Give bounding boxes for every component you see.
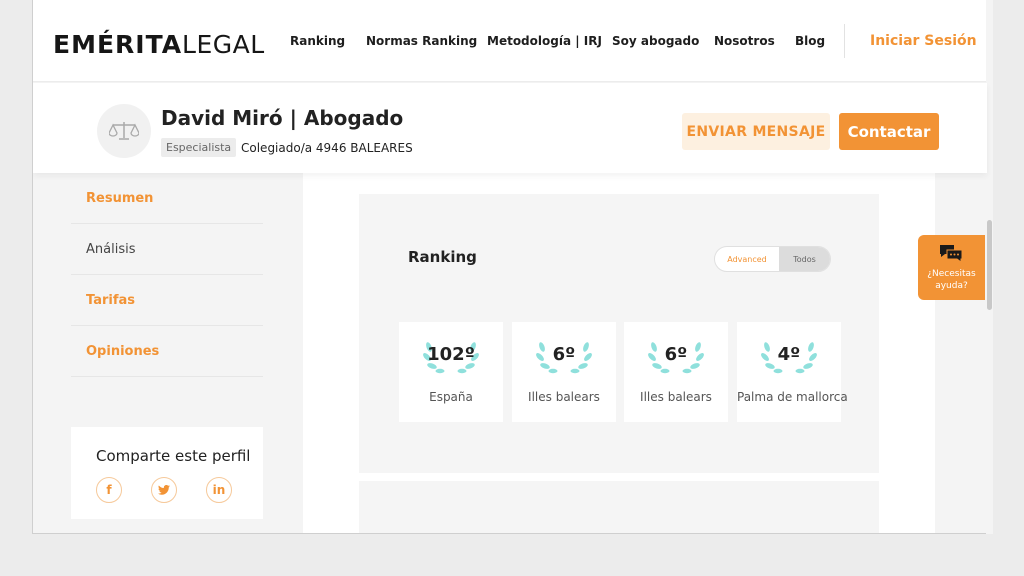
nav-link-nosotros[interactable]: Nosotros — [714, 34, 775, 48]
sidebar-item-analisis[interactable]: Análisis — [71, 224, 263, 275]
nav-link-ranking[interactable]: Ranking — [290, 34, 345, 48]
rank-tile: 4º Palma de mallorca — [737, 322, 848, 422]
nav-divider — [844, 24, 845, 58]
toggle-option-todos[interactable]: Todos — [779, 247, 830, 271]
rank-label: España — [429, 390, 473, 404]
secondary-card — [359, 481, 879, 533]
rank-value: 102º — [427, 344, 475, 365]
sidebar-item-tarifas[interactable]: Tarifas — [71, 275, 263, 326]
logo-bold-text: EMÉRITA — [53, 30, 183, 59]
nav-link-blog[interactable]: Blog — [795, 34, 825, 48]
rank-label: Illes balears — [640, 390, 712, 404]
twitter-icon[interactable] — [151, 477, 177, 503]
top-navbar: EMÉRITALEGAL Ranking Normas Ranking Meto… — [33, 0, 987, 82]
login-link[interactable]: Iniciar Sesión — [870, 33, 977, 49]
emerita-legal-logo[interactable]: EMÉRITALEGAL — [53, 30, 265, 59]
share-profile-box: Comparte este perfil f in — [71, 427, 263, 519]
scrollbar-thumb[interactable] — [987, 220, 992, 310]
sidebar-item-opiniones[interactable]: Opiniones — [71, 326, 263, 377]
nav-link-soy-abogado[interactable]: Soy abogado — [612, 34, 699, 48]
ranking-filter-toggle: Advanced Todos — [714, 246, 831, 272]
main-content: Ranking Advanced Todos 102º España 6º Il… — [303, 173, 935, 533]
help-text: ¿Necesitas ayuda? — [918, 268, 985, 292]
rank-tile: 102º España — [399, 322, 503, 422]
profile-header: David Miró | Abogado Especialista Colegi… — [33, 83, 987, 173]
rank-tile: 6º Illes balears — [624, 322, 728, 422]
toggle-option-advanced[interactable]: Advanced — [715, 247, 779, 271]
nav-link-metodologia[interactable]: Metodología | IRJ — [487, 34, 602, 48]
rank-value: 6º — [552, 344, 576, 365]
help-text-line1: ¿Necesitas — [927, 269, 976, 279]
avatar — [97, 104, 151, 158]
profile-name: David Miró | Abogado — [161, 106, 404, 130]
chat-bubbles-icon — [940, 245, 963, 263]
rank-value: 6º — [664, 344, 688, 365]
rank-label: Illes balears — [528, 390, 600, 404]
browser-viewport: EMÉRITALEGAL Ranking Normas Ranking Meto… — [32, 0, 993, 534]
nav-link-normas-ranking[interactable]: Normas Ranking — [366, 34, 477, 48]
colegiado-number: Colegiado/a 4946 BALEARES — [241, 141, 413, 155]
rank-value: 4º — [777, 344, 801, 365]
logo-light-text: LEGAL — [182, 30, 265, 59]
ranking-title: Ranking — [408, 248, 477, 266]
page-scrollbar[interactable] — [986, 0, 993, 534]
facebook-icon[interactable]: f — [96, 477, 122, 503]
help-chat-widget[interactable]: ¿Necesitas ayuda? — [918, 235, 985, 300]
help-text-line2: ayuda? — [935, 281, 968, 291]
contact-button[interactable]: Contactar — [839, 113, 939, 150]
share-title: Comparte este perfil — [96, 447, 251, 465]
send-message-button[interactable]: ENVIAR MENSAJE — [682, 113, 830, 150]
rank-tile: 6º Illes balears — [512, 322, 616, 422]
ranking-card: Ranking Advanced Todos 102º España 6º Il… — [359, 194, 879, 473]
specialist-badge: Especialista — [161, 138, 237, 157]
rank-label: Palma de mallorca — [737, 390, 848, 404]
scales-icon — [109, 122, 139, 140]
sidebar-item-resumen[interactable]: Resumen — [71, 173, 263, 224]
linkedin-icon[interactable]: in — [206, 477, 232, 503]
